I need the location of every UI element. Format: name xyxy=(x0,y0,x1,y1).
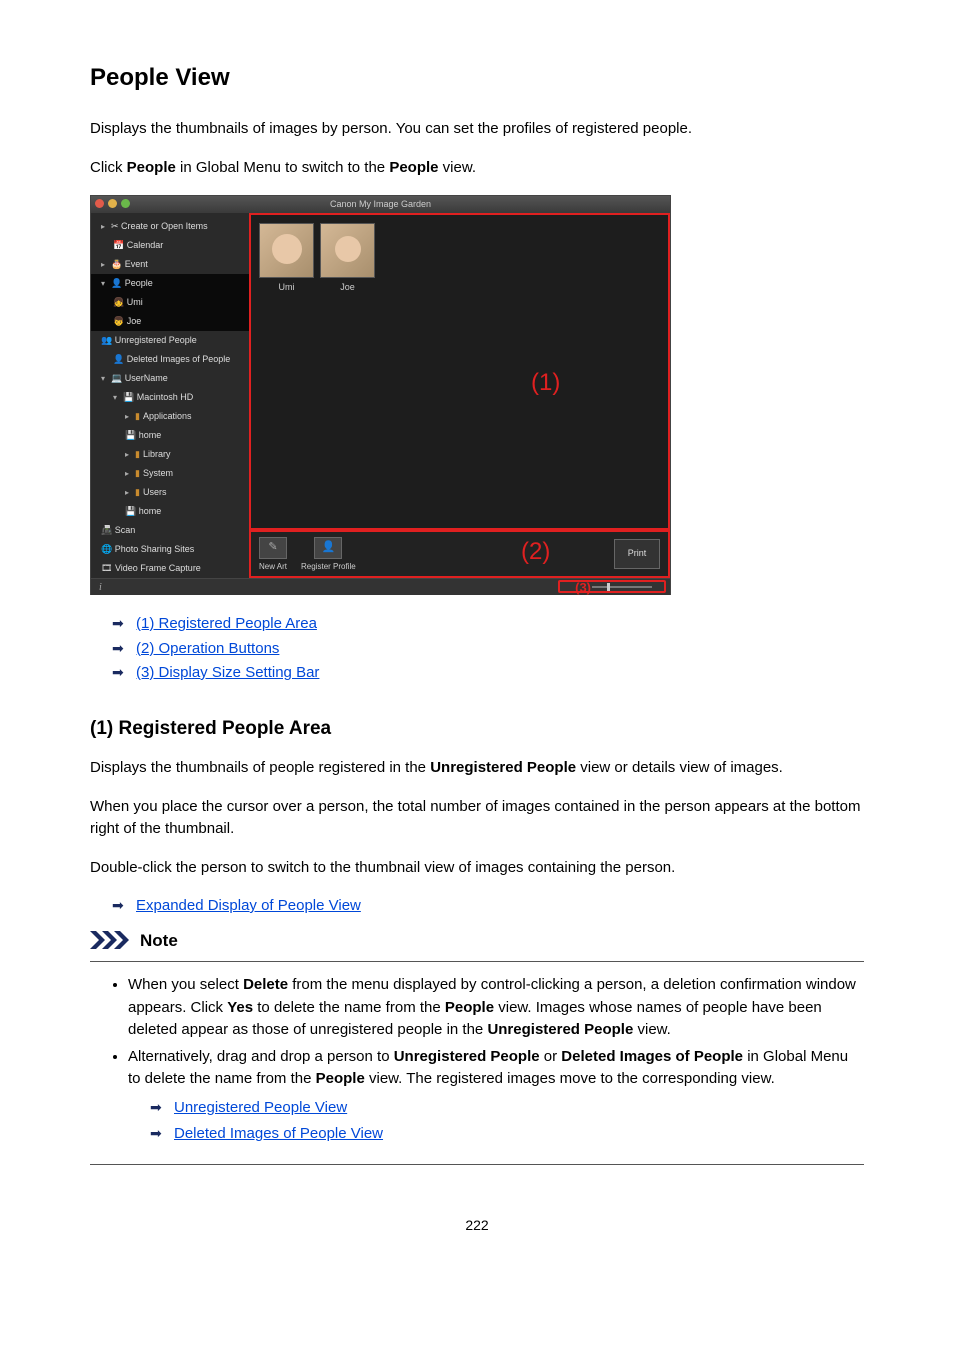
sidebar-item-photosharing: 🌐 Photo Sharing Sites xyxy=(91,540,249,559)
note-label: Note xyxy=(140,928,178,954)
app-screenshot: Canon My Image Garden ▸✂ Create or Open … xyxy=(90,195,671,595)
link-display-size-bar[interactable]: (3) Display Size Setting Bar xyxy=(136,664,319,681)
sidebar-item-create: ▸✂ Create or Open Items xyxy=(91,217,249,236)
sidebar-item-applications: ▸▮Applications xyxy=(91,407,249,426)
zoom-icon xyxy=(121,199,130,208)
callout-1: (1) xyxy=(531,365,560,401)
intro-paragraph-1: Displays the thumbnails of images by per… xyxy=(90,118,864,141)
page-number: 222 xyxy=(90,1215,864,1236)
info-icon: i xyxy=(99,580,102,595)
section-1-p3: Double-click the person to switch to the… xyxy=(90,857,864,880)
page-title: People View xyxy=(90,60,864,96)
section-links-list: (1) Registered People Area (2) Operation… xyxy=(90,613,864,685)
register-profile-icon: 👤 xyxy=(314,537,342,559)
link-deleted-images-people-view[interactable]: Deleted Images of People View xyxy=(174,1125,383,1142)
main-canvas: Umi Joe (1) xyxy=(249,213,670,530)
callout-2: (2) xyxy=(521,534,550,570)
sidebar-item-unregistered: 👥 Unregistered People xyxy=(91,331,249,350)
traffic-lights xyxy=(95,199,130,208)
note-bullet-2: Alternatively, drag and drop a person to… xyxy=(128,1046,856,1146)
sidebar-item-scan: 📠 Scan xyxy=(91,521,249,540)
link-unregistered-people-view[interactable]: Unregistered People View xyxy=(174,1099,347,1116)
intro-paragraph-2: Click People in Global Menu to switch to… xyxy=(90,157,864,180)
window-titlebar: Canon My Image Garden xyxy=(91,196,670,213)
sidebar-item-calendar: 📅 Calendar xyxy=(91,236,249,255)
sidebar-item-home1: 💾 home xyxy=(91,426,249,445)
note-chevron-icon xyxy=(90,931,134,949)
person-photo-icon xyxy=(259,223,314,278)
sidebar-item-videoframe: 🎞 Video Frame Capture xyxy=(91,559,249,578)
size-slider-track xyxy=(592,586,652,588)
section-1-p1: Displays the thumbnails of people regist… xyxy=(90,757,864,780)
sidebar-item-event: ▸🎂 Event xyxy=(91,255,249,274)
new-art-icon: ✎ xyxy=(259,537,287,559)
note-box: When you select Delete from the menu dis… xyxy=(90,961,864,1165)
sidebar-item-joe: 👦 Joe xyxy=(91,312,249,331)
note-bullet-1: When you select Delete from the menu dis… xyxy=(128,974,856,1042)
window-title: Canon My Image Garden xyxy=(330,199,431,209)
size-slider-knob xyxy=(607,583,610,591)
section-1-heading: (1) Registered People Area xyxy=(90,715,864,744)
link-operation-buttons[interactable]: (2) Operation Buttons xyxy=(136,640,279,657)
sidebar-item-macintosh: ▾💾 Macintosh HD xyxy=(91,388,249,407)
section-1-p2: When you place the cursor over a person,… xyxy=(90,796,864,841)
sidebar: ▸✂ Create or Open Items 📅 Calendar ▸🎂 Ev… xyxy=(91,213,249,578)
expanded-link-list: Expanded Display of People View xyxy=(90,895,864,918)
status-bar: i (3) xyxy=(91,578,670,595)
register-profile-button: 👤 Register Profile xyxy=(301,537,356,572)
note-header: Note xyxy=(90,928,864,954)
thumbnail-umi: Umi xyxy=(259,223,314,295)
link-expanded-display[interactable]: Expanded Display of People View xyxy=(136,897,361,914)
minimize-icon xyxy=(108,199,117,208)
new-art-button: ✎ New Art xyxy=(259,537,287,572)
sidebar-item-username: ▾💻 UserName xyxy=(91,369,249,388)
link-registered-people-area[interactable]: (1) Registered People Area xyxy=(136,615,317,632)
sidebar-item-system: ▸▮System xyxy=(91,464,249,483)
sidebar-item-people: ▾👤 People xyxy=(91,274,249,293)
person-photo-icon xyxy=(320,223,375,278)
print-button: Print xyxy=(614,539,660,569)
sidebar-item-library: ▸▮Library xyxy=(91,445,249,464)
operation-buttons-bar: ✎ New Art 👤 Register Profile (2) Print xyxy=(249,530,670,578)
sidebar-item-umi: 👧 Umi xyxy=(91,293,249,312)
sidebar-item-users: ▸▮Users xyxy=(91,483,249,502)
sidebar-item-deleted: 👤 Deleted Images of People xyxy=(91,350,249,369)
close-icon xyxy=(95,199,104,208)
thumbnail-joe: Joe xyxy=(320,223,375,295)
sidebar-item-home2: 💾 home xyxy=(91,502,249,521)
